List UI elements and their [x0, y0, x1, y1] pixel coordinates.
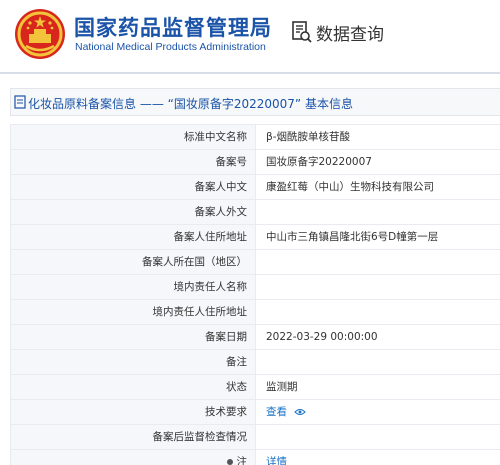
document-search-icon [292, 21, 312, 43]
field-label: 境内责任人住所地址 [10, 300, 256, 324]
field-value: β-烟酰胺单核苷酸 [266, 131, 350, 143]
field-label: 备案人外文 [10, 200, 256, 224]
table-row: 备案人中文 康盈红莓（中山）生物科技有限公司 [10, 175, 500, 200]
table-row: 备案日期 2022-03-29 00:00:00 [10, 325, 500, 350]
field-label: 备注 [10, 350, 256, 374]
view-tech-requirements-link[interactable]: 查看 [266, 400, 307, 424]
details-link[interactable]: 详情 [266, 450, 287, 465]
view-link-label[interactable]: 查看 [266, 406, 287, 418]
field-label: 备案人住所地址 [10, 225, 256, 249]
table-row: 备案人住所地址 中山市三角镇昌隆北街6号D幢第一层 [10, 225, 500, 250]
field-label: 备案人中文 [10, 175, 256, 199]
table-row: 备案号 国妆原备字20220007 [10, 150, 500, 175]
field-value: 国妆原备字20220007 [266, 156, 372, 168]
section-title: 化妆品原料备案信息 —— “国妆原备字20220007” 基本信息 [28, 97, 353, 111]
field-label: 备案号 [10, 150, 256, 174]
table-row: 境内责任人名称 [10, 275, 500, 300]
table-row: 标准中文名称 β-烟酰胺单核苷酸 [10, 125, 500, 150]
field-label: 状态 [10, 375, 256, 399]
table-row: 备注 [10, 350, 500, 375]
brand-name-chinese: 国家药品监督管理局 [74, 16, 272, 40]
field-value: 康盈红莓（中山）生物科技有限公司 [266, 181, 434, 193]
table-row: 备案人外文 [10, 200, 500, 225]
header-divider [0, 72, 500, 74]
field-value: 监测期 [266, 381, 298, 393]
national-emblem-icon [15, 9, 65, 59]
table-row: 注 详情 [10, 450, 500, 465]
field-label: 备案后监督检查情况 [10, 425, 256, 449]
field-value: 2022-03-29 00:00:00 [266, 331, 378, 343]
bullet-icon [226, 459, 233, 465]
brand-name-english: National Medical Products Administration [75, 41, 266, 53]
field-value: 中山市三角镇昌隆北街6号D幢第一层 [266, 231, 439, 243]
field-label: 境内责任人名称 [10, 275, 256, 299]
eye-icon[interactable] [294, 408, 307, 416]
table-row: 备案后监督检查情况 [10, 425, 500, 450]
site-header: 国家药品监督管理局 National Medical Products Admi… [0, 0, 500, 72]
table-row: 状态 监测期 [10, 375, 500, 400]
document-icon [14, 95, 26, 109]
table-row: 境内责任人住所地址 [10, 300, 500, 325]
field-label: 技术要求 [10, 400, 256, 424]
table-row: 技术要求 查看 [10, 400, 500, 425]
field-label: 备案日期 [10, 325, 256, 349]
note-label: 注 [236, 456, 248, 465]
field-label: 标准中文名称 [10, 125, 256, 149]
field-label: 备案人所在国（地区） [10, 250, 256, 274]
table-row: 备案人所在国（地区） [10, 250, 500, 275]
data-query-title: 数据查询 [316, 25, 384, 45]
field-label: 注 [10, 450, 256, 465]
